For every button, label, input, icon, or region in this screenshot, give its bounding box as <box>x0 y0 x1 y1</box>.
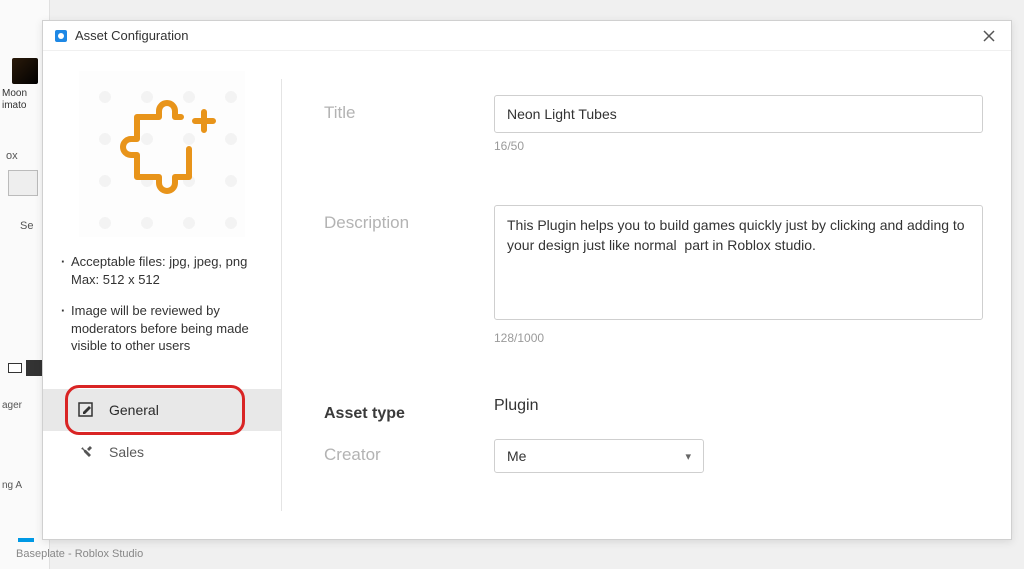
asset-type-label: Asset type <box>324 397 494 423</box>
creator-value: Me <box>507 448 526 464</box>
hint-list: Acceptable files: jpg, jpeg, png Max: 51… <box>61 253 263 369</box>
chevron-down-icon: ▾ <box>685 450 691 463</box>
bg-box-rect <box>8 170 38 196</box>
close-button[interactable] <box>977 24 1001 48</box>
creator-row: Creator Me ▾ <box>324 439 983 473</box>
bg-tool-row <box>8 360 42 376</box>
tab-general[interactable]: General <box>43 389 281 431</box>
description-label: Description <box>324 205 494 233</box>
close-icon <box>982 29 996 43</box>
asset-type-value: Plugin <box>494 397 983 415</box>
title-counter: 16/50 <box>494 139 983 153</box>
asset-preview-box[interactable] <box>79 71 245 237</box>
bg-ager-label: ager <box>2 400 22 411</box>
bg-win-bar <box>18 538 34 542</box>
description-textarea[interactable] <box>494 205 983 320</box>
dialog-title: Asset Configuration <box>75 28 188 43</box>
description-row: Description 128/1000 <box>324 205 983 345</box>
dialog-header: Asset Configuration <box>43 21 1011 51</box>
form-content: Title 16/50 Description 128/1000 Asset t… <box>282 51 1011 539</box>
tab-label: General <box>109 402 159 418</box>
gear-icon <box>53 28 69 44</box>
moon-app-icon <box>12 58 38 84</box>
description-counter: 128/1000 <box>494 331 983 345</box>
hint-acceptable: Acceptable files: jpg, jpeg, png Max: 51… <box>61 253 263 288</box>
edit-icon <box>77 401 95 419</box>
bg-box-label: ox <box>6 150 18 162</box>
tools-icon <box>77 443 95 461</box>
tab-label: Sales <box>109 444 144 460</box>
bg-baseplate-label: Baseplate - Roblox Studio <box>16 548 143 560</box>
creator-label: Creator <box>324 439 494 465</box>
moon-app-label: Moon imato <box>2 88 27 112</box>
asset-type-row: Asset type Plugin <box>324 397 983 423</box>
bg-tool-box <box>8 363 22 373</box>
bg-se-label: Se <box>20 220 33 232</box>
title-row: Title 16/50 <box>324 95 983 153</box>
hint-review: Image will be reviewed by moderators bef… <box>61 302 263 355</box>
tab-list: General Sales <box>43 389 281 473</box>
title-input[interactable] <box>494 95 983 133</box>
title-label: Title <box>324 95 494 123</box>
dialog-body: Acceptable files: jpg, jpeg, png Max: 51… <box>43 51 1011 539</box>
asset-configuration-dialog: Asset Configuration Acceptable files: jp… <box>42 20 1012 540</box>
creator-select[interactable]: Me ▾ <box>494 439 704 473</box>
bg-nga-label: ng A <box>2 480 22 491</box>
sidebar: Acceptable files: jpg, jpeg, png Max: 51… <box>43 51 281 539</box>
tab-sales[interactable]: Sales <box>43 431 281 473</box>
bg-tool-btn <box>26 360 42 376</box>
puzzle-plus-icon <box>107 99 217 209</box>
